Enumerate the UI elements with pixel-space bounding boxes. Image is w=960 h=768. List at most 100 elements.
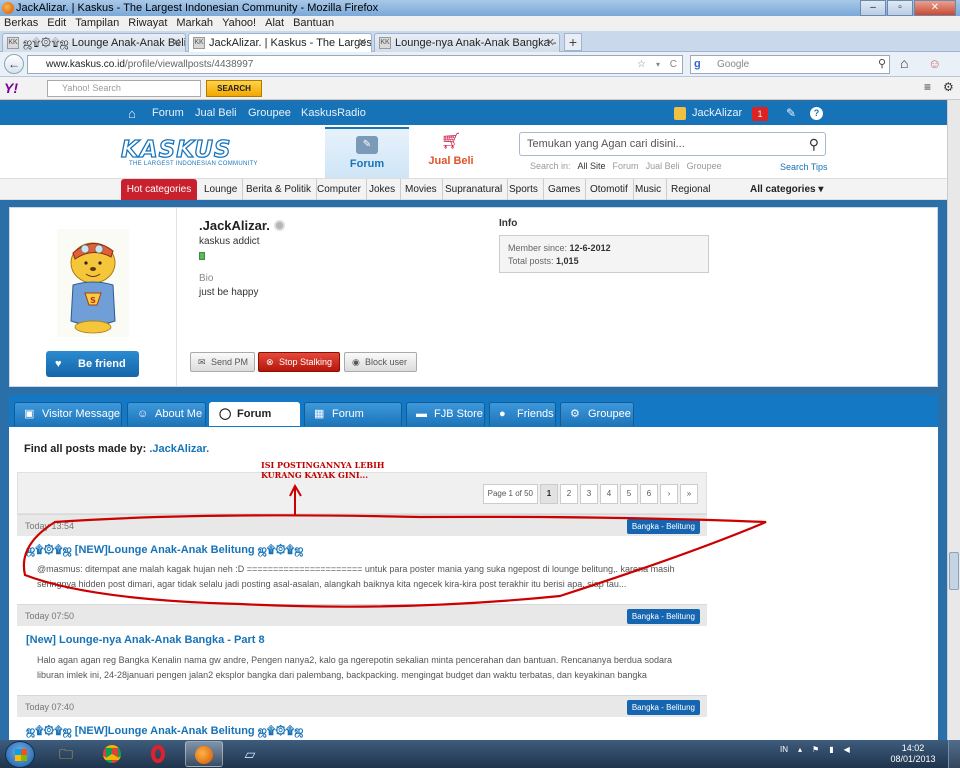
- category-movies[interactable]: Movies: [405, 179, 443, 200]
- forum-section-button[interactable]: ✎ Forum: [325, 127, 409, 178]
- search-tips-link[interactable]: Search Tips: [780, 162, 828, 172]
- kaskus-search-input[interactable]: Temukan yang Agan cari disini... ⚲: [519, 132, 826, 156]
- hot-categories-tab[interactable]: Hot categories: [121, 179, 197, 200]
- notification-badge[interactable]: 1: [752, 107, 768, 121]
- search-icon[interactable]: ⚲: [809, 133, 819, 155]
- url-bar[interactable]: www.kaskus.co.id/profile/viewallposts/44…: [27, 55, 683, 74]
- minimize-button[interactable]: –: [860, 0, 886, 16]
- topnav-forum[interactable]: Forum: [152, 102, 184, 125]
- stop-stalking-button[interactable]: ⊗ Stop Stalking: [258, 352, 340, 372]
- category-jokes[interactable]: Jokes: [369, 179, 402, 200]
- window-taskbar-icon[interactable]: ▱: [231, 741, 269, 767]
- forum-badge[interactable]: Bangka - Belitung: [626, 700, 700, 715]
- post-title-link[interactable]: ஜ۩۞۩ஜ [NEW]Lounge Anak-Anak Belitung ஜ۩۞…: [26, 544, 303, 558]
- tab-forum-posts[interactable]: ◯ Forum Posts: [209, 402, 300, 442]
- show-desktop-button[interactable]: [948, 740, 960, 768]
- flag-icon[interactable]: ⚑: [812, 745, 819, 754]
- be-friend-button[interactable]: ♥ Be friend: [46, 351, 139, 377]
- category-games[interactable]: Games: [548, 179, 587, 200]
- page-2[interactable]: 2: [560, 484, 578, 504]
- network-icon[interactable]: ▮: [829, 745, 833, 754]
- tray-arrow-icon[interactable]: ▴: [798, 745, 802, 754]
- find-user-link[interactable]: .JackAlizar.: [149, 443, 209, 455]
- search-in-allsite[interactable]: All Site: [578, 161, 606, 171]
- post-title-link[interactable]: ஜ۩۞۩ஜ [NEW]Lounge Anak-Anak Belitung ஜ۩۞…: [26, 725, 303, 739]
- history-dropdown-icon[interactable]: ▾: [656, 56, 660, 73]
- search-in-jualbeli[interactable]: Jual Beli: [646, 161, 680, 171]
- menu-bantuan[interactable]: Bantuan: [293, 16, 334, 31]
- avatar[interactable]: S: [57, 229, 129, 337]
- kaskus-logo[interactable]: KASKUS THE LARGEST INDONESIAN COMMUNITY: [120, 137, 261, 172]
- menu-icon[interactable]: ≡: [924, 80, 931, 94]
- menu-berkas[interactable]: Berkas: [4, 16, 38, 31]
- category-berita-politik[interactable]: Berita & Politik: [246, 179, 318, 200]
- search-icon[interactable]: ⚲: [878, 56, 886, 73]
- menu-edit[interactable]: Edit: [47, 16, 66, 31]
- forum-badge[interactable]: Bangka - Belitung: [626, 609, 700, 624]
- page-1[interactable]: 1: [540, 484, 558, 504]
- browser-tab-profile[interactable]: KK JackAlizar. | Kaskus - The Largest In…: [188, 33, 372, 52]
- volume-icon[interactable]: ◀: [844, 745, 850, 754]
- menu-markah[interactable]: Markah: [176, 16, 213, 31]
- tab-forum-thread[interactable]: ▦ Forum Thread: [304, 402, 402, 442]
- browser-tab-bangka[interactable]: KK Lounge-nya Anak-Anak Bangka - Par... …: [374, 33, 560, 52]
- clock[interactable]: 14:02 08/01/2013: [890, 743, 936, 765]
- jualbeli-section-button[interactable]: 🛒︎ Jual Beli: [413, 127, 489, 178]
- topnav-jualbeli[interactable]: Jual Beli: [195, 102, 237, 125]
- bookmark-star-icon[interactable]: ☆: [637, 56, 646, 73]
- home-icon[interactable]: ⌂: [128, 102, 136, 125]
- tab-visitor-message[interactable]: ▣ Visitor Message: [14, 402, 122, 426]
- user-avatar-icon[interactable]: [674, 107, 686, 120]
- page-scrollbar[interactable]: [947, 100, 960, 740]
- topbar-username[interactable]: JackAlizar: [692, 102, 742, 125]
- menu-alat[interactable]: Alat: [265, 16, 284, 31]
- category-supranatural[interactable]: Supranatural: [445, 179, 509, 200]
- chrome-taskbar-icon[interactable]: [93, 741, 131, 767]
- browser-tab-belitung[interactable]: KK ஜ۩۞۩ஜ Lounge Anak-Anak Belitung ... ✕: [2, 33, 186, 52]
- firefox-taskbar-icon[interactable]: [185, 741, 223, 767]
- menu-riwayat[interactable]: Riwayat: [128, 16, 167, 31]
- page-4[interactable]: 4: [600, 484, 618, 504]
- topnav-kaskusradio[interactable]: KaskusRadio: [301, 102, 366, 125]
- tab-close-icon[interactable]: ✕: [172, 34, 181, 52]
- menu-yahoo[interactable]: Yahoo!: [222, 16, 256, 31]
- edit-icon[interactable]: ✎: [786, 102, 796, 125]
- page-6[interactable]: 6: [640, 484, 658, 504]
- gear-icon[interactable]: ⚙: [943, 80, 954, 94]
- topnav-groupee[interactable]: Groupee: [248, 102, 291, 125]
- category-otomotif[interactable]: Otomotif: [590, 179, 634, 200]
- reload-icon[interactable]: C: [670, 56, 677, 73]
- category-regional[interactable]: Regional: [671, 179, 715, 200]
- close-window-button[interactable]: ✕: [914, 0, 956, 16]
- block-user-button[interactable]: ◉ Block user: [344, 352, 417, 372]
- tab-close-icon[interactable]: ✕: [358, 34, 367, 52]
- maximize-button[interactable]: ▫: [887, 0, 913, 16]
- search-in-groupee[interactable]: Groupee: [687, 161, 722, 171]
- tab-close-icon[interactable]: ✕: [546, 34, 555, 52]
- scrollbar-thumb[interactable]: [949, 552, 959, 590]
- forum-badge[interactable]: Bangka - Belitung: [626, 519, 700, 534]
- menu-tampilan[interactable]: Tampilan: [75, 16, 119, 31]
- new-tab-button[interactable]: +: [564, 33, 582, 51]
- category-computer[interactable]: Computer: [317, 179, 367, 200]
- category-lounge[interactable]: Lounge: [204, 179, 244, 200]
- all-categories-dropdown[interactable]: All categories ▾: [750, 179, 823, 200]
- tab-groupee[interactable]: ⚙ Groupee: [560, 402, 634, 426]
- last-page-button[interactable]: »: [680, 484, 698, 504]
- category-sports[interactable]: Sports: [509, 179, 544, 200]
- tab-friends[interactable]: ● Friends: [489, 402, 556, 426]
- help-icon[interactable]: ?: [810, 107, 823, 120]
- page-3[interactable]: 3: [580, 484, 598, 504]
- category-music[interactable]: Music: [635, 179, 668, 200]
- explorer-taskbar-icon[interactable]: 🗀︎: [47, 741, 85, 767]
- post-title-link[interactable]: [New] Lounge-nya Anak-Anak Bangka - Part…: [26, 634, 265, 646]
- next-page-button[interactable]: ›: [660, 484, 678, 504]
- tab-fjb-store[interactable]: ▬ FJB Store: [406, 402, 485, 426]
- tab-about-me[interactable]: ☺ About Me: [127, 402, 206, 426]
- send-pm-button[interactable]: ✉ Send PM: [190, 352, 255, 372]
- yahoo-logo[interactable]: Y!: [4, 80, 18, 96]
- opera-taskbar-icon[interactable]: [139, 741, 177, 767]
- google-search-box[interactable]: g Google ⚲: [690, 55, 890, 74]
- search-in-forum[interactable]: Forum: [613, 161, 639, 171]
- start-button[interactable]: [5, 741, 35, 768]
